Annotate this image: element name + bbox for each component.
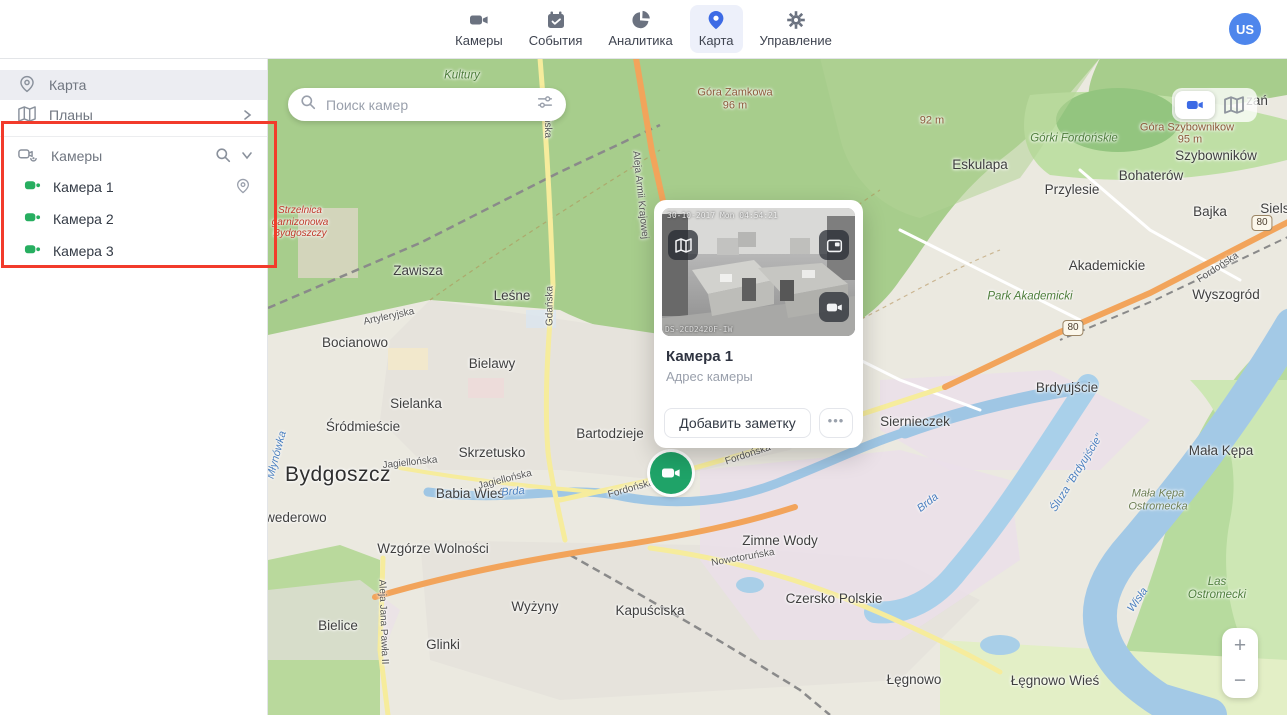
nav-cameras[interactable]: Камеры — [446, 5, 512, 53]
map-canvas[interactable]: BydgoszczZawiszaLeśneBocianowoBielawySie… — [268, 58, 1287, 715]
camera-green-icon — [24, 177, 41, 197]
camera-item-1[interactable]: Камера 1 — [0, 171, 267, 203]
pie-chart-icon — [631, 10, 651, 30]
sidebar-item-plans[interactable]: Планы — [0, 100, 267, 130]
zoom-out-button[interactable]: − — [1222, 663, 1258, 698]
calendar-icon — [546, 10, 566, 30]
camera-thumbnail[interactable]: 30-10-2017 Mon 04:54:21 DS-2CD2420F-IW — [662, 208, 855, 336]
sidebar: Карта Планы Камеры — [0, 58, 268, 715]
nav-map-label: Карта — [699, 33, 734, 48]
sidebar-item-map[interactable]: Карта — [0, 70, 267, 100]
camera-green-icon — [24, 209, 41, 229]
search-input[interactable] — [324, 96, 528, 114]
camera-item-2-label: Камера 2 — [53, 211, 251, 227]
nav-management-label: Управление — [760, 33, 832, 48]
nav-events-label: События — [529, 33, 583, 48]
live-video-icon[interactable] — [819, 292, 849, 322]
popup-camera-address: Адрес камеры — [666, 369, 851, 384]
search-icon — [300, 94, 316, 115]
nav-map[interactable]: Карта — [690, 5, 743, 53]
cctv-timestamp: 30-10-2017 Mon 04:54:21 — [667, 211, 778, 220]
nav-analytics-label: Аналитика — [608, 33, 672, 48]
camera-map-marker[interactable] — [650, 452, 692, 494]
camera-item-3[interactable]: Камера 3 — [0, 235, 267, 267]
zoom-in-button[interactable]: + — [1222, 628, 1258, 663]
sidebar-map-label: Карта — [49, 77, 253, 93]
top-navigation-bar: Камеры События Аналитика Карта — [0, 0, 1287, 59]
layer-cameras-toggle[interactable] — [1175, 91, 1215, 119]
search-icon[interactable] — [215, 147, 231, 166]
user-avatar[interactable]: US — [1229, 13, 1261, 45]
show-on-plan-button[interactable] — [668, 230, 698, 260]
location-pin-icon — [706, 10, 726, 30]
camera-item-2[interactable]: Камера 2 — [0, 203, 267, 235]
video-camera-icon — [469, 10, 489, 30]
multi-camera-icon — [18, 146, 38, 167]
location-pin-outline-icon — [18, 75, 36, 96]
popup-camera-title: Камера 1 — [666, 348, 851, 365]
camera-search-bar[interactable] — [288, 88, 566, 121]
gear-icon — [786, 10, 806, 30]
camera-popup-card: 30-10-2017 Mon 04:54:21 DS-2CD2420F-IW К… — [654, 200, 863, 448]
chevron-down-icon[interactable] — [241, 148, 253, 164]
nav-events[interactable]: События — [520, 5, 592, 53]
camera-item-1-label: Камера 1 — [53, 179, 223, 195]
layer-map-toggle[interactable] — [1215, 91, 1255, 119]
folded-map-icon — [18, 105, 36, 126]
nav-analytics[interactable]: Аналитика — [599, 5, 681, 53]
sidebar-divider — [0, 136, 267, 137]
chevron-right-icon — [241, 109, 253, 121]
main-nav: Камеры События Аналитика Карта — [446, 5, 841, 53]
camera-green-icon — [24, 241, 41, 261]
sidebar-plans-label: Планы — [49, 107, 228, 123]
nav-management[interactable]: Управление — [751, 5, 841, 53]
more-options-button[interactable]: ••• — [819, 408, 853, 438]
map-layer-switcher — [1172, 88, 1257, 122]
sidebar-cameras-header[interactable]: Камеры — [0, 141, 267, 171]
sidebar-cameras-label: Камеры — [51, 148, 202, 164]
filter-sliders-icon[interactable] — [536, 93, 554, 116]
map-zoom-control: + − — [1222, 628, 1258, 698]
camera-item-3-label: Камера 3 — [53, 243, 251, 259]
open-in-window-icon[interactable] — [819, 230, 849, 260]
camera-location-pin-icon[interactable] — [235, 178, 251, 197]
add-note-button[interactable]: Добавить заметку — [664, 408, 811, 438]
cctv-camera-model: DS-2CD2420F-IW — [665, 325, 732, 334]
app-window: Камеры События Аналитика Карта — [0, 0, 1287, 715]
nav-cameras-label: Камеры — [455, 33, 503, 48]
